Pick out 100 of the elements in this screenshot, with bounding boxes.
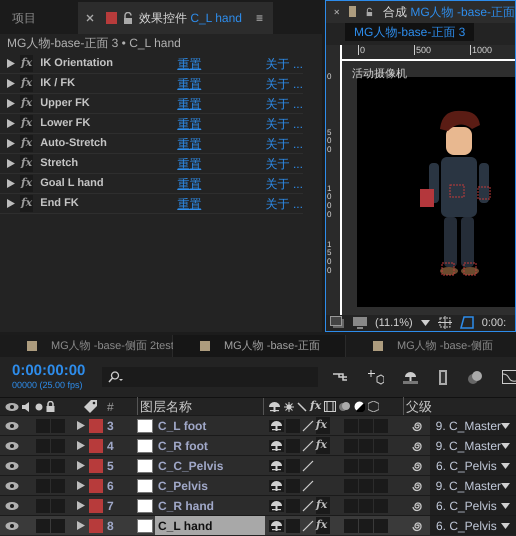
label-swatch[interactable]	[89, 498, 103, 512]
about-link[interactable]: 关于 ...	[266, 154, 303, 172]
layer-row[interactable]: 7 C_R hand fx 6. C_Pelvis	[0, 495, 516, 515]
effect-name[interactable]: Goal L hand	[40, 175, 178, 192]
quality-icon[interactable]	[302, 440, 314, 452]
reset-link[interactable]: 重置	[177, 94, 266, 112]
eye-icon[interactable]	[5, 420, 19, 430]
expand-arrow-icon[interactable]	[77, 461, 85, 470]
caret-icon[interactable]	[501, 502, 510, 508]
sun-icon[interactable]	[284, 402, 294, 412]
eye-icon[interactable]	[5, 500, 19, 510]
fx-badge[interactable]: fx	[20, 195, 34, 212]
pick-whip-icon[interactable]	[411, 500, 423, 512]
close-icon[interactable]	[86, 14, 94, 22]
motion-blur-icon[interactable]	[339, 401, 352, 412]
effect-name[interactable]: End FK	[40, 195, 178, 212]
search-field[interactable]	[102, 367, 318, 387]
eye-icon[interactable]	[5, 460, 19, 470]
composition-tab[interactable]: MG人物 -base-正面	[173, 335, 346, 357]
shy-icon[interactable]	[403, 370, 418, 384]
tag-icon[interactable]	[84, 400, 97, 413]
shy-icon[interactable]	[270, 520, 283, 532]
expand-arrow-icon[interactable]	[7, 119, 15, 128]
layer-row[interactable]: 6 C_Pelvis 9. C_Master	[0, 475, 516, 495]
expand-arrow-icon[interactable]	[76, 441, 85, 450]
switch-box[interactable]	[36, 518, 50, 532]
label-swatch[interactable]	[88, 478, 103, 492]
timecode[interactable]: 0:00:00:00	[12, 362, 102, 379]
reset-link[interactable]: 重置	[177, 194, 266, 212]
switch-box[interactable]	[344, 518, 358, 532]
expand-arrow-icon[interactable]	[7, 99, 15, 108]
expand-arrow-icon[interactable]	[7, 199, 15, 208]
monitor-icon[interactable]	[353, 316, 367, 329]
current-time[interactable]: 0:00:	[482, 314, 506, 331]
lock-icon[interactable]	[123, 12, 133, 24]
region-icon[interactable]	[438, 316, 452, 330]
preview-icon[interactable]	[330, 316, 345, 330]
layer-name[interactable]: C_C_Pelvis	[155, 456, 265, 475]
layer-name[interactable]: C_R hand	[155, 496, 265, 515]
about-link[interactable]: 关于 ...	[266, 74, 303, 92]
lock-icon[interactable]	[366, 6, 373, 18]
composition-tab[interactable]: MG人物-base-正面 3	[345, 22, 474, 40]
shy-icon[interactable]	[270, 420, 283, 432]
film-icon[interactable]	[324, 401, 336, 412]
caret-icon[interactable]	[501, 422, 510, 428]
expand-arrow-icon[interactable]	[7, 159, 15, 168]
quality-icon[interactable]	[302, 500, 314, 512]
about-link[interactable]: 关于 ...	[266, 114, 303, 132]
caret-icon[interactable]	[501, 442, 510, 448]
caret-icon[interactable]	[420, 320, 430, 326]
fx-badge[interactable]: fx	[20, 55, 34, 72]
fx-badge[interactable]: fx	[20, 95, 34, 112]
about-link[interactable]: 关于 ...	[266, 54, 303, 72]
mask-icon[interactable]	[460, 316, 474, 330]
expand-arrow-icon[interactable]	[7, 179, 15, 188]
parent-dropdown[interactable]: 9. C_Master	[430, 436, 516, 455]
layer-name[interactable]: C_Pelvis	[154, 476, 265, 495]
shy-icon[interactable]	[270, 460, 283, 472]
solo-icon[interactable]	[35, 402, 43, 410]
motion-blur-icon[interactable]	[468, 370, 483, 384]
caret-icon[interactable]	[501, 522, 510, 528]
shy-icon[interactable]	[270, 440, 283, 452]
eye-icon[interactable]	[5, 440, 19, 450]
fx-badge[interactable]: fx	[20, 75, 34, 92]
parent-dropdown[interactable]: 6. C_Pelvis	[430, 456, 516, 475]
pick-whip-icon[interactable]	[410, 440, 423, 452]
eye-icon[interactable]	[5, 520, 19, 530]
reset-link[interactable]: 重置	[177, 174, 266, 192]
pick-whip-icon[interactable]	[410, 480, 423, 492]
label-swatch[interactable]	[88, 418, 103, 432]
parent-dropdown[interactable]: 9. C_Master	[430, 416, 516, 435]
zoom-level[interactable]: (11.1%)	[375, 314, 413, 331]
effect-name[interactable]: IK / FK	[40, 75, 178, 92]
composition-tab[interactable]: MG人物 -base-侧面	[346, 335, 516, 357]
effect-controls-tab[interactable]: 效果控件 C_L hand ≡	[78, 2, 273, 34]
label-swatch[interactable]	[89, 458, 103, 472]
panel-menu-button[interactable]: ≡	[256, 9, 263, 27]
reset-link[interactable]: 重置	[177, 134, 266, 152]
parent-dropdown[interactable]: 6. C_Pelvis	[430, 496, 516, 515]
layer-name[interactable]: C_L hand	[155, 516, 265, 535]
eye-icon[interactable]	[5, 480, 19, 490]
contrast-icon[interactable]	[354, 401, 366, 412]
layer-row[interactable]: 5 C_C_Pelvis 6. C_Pelvis	[0, 455, 516, 475]
fx-badge[interactable]: fx	[20, 135, 34, 152]
effect-name[interactable]: IK Orientation	[40, 55, 178, 72]
fx-switch[interactable]: fx	[316, 497, 330, 514]
about-link[interactable]: 关于 ...	[266, 194, 303, 212]
caret-icon[interactable]	[501, 462, 510, 468]
expand-arrow-icon[interactable]	[7, 139, 15, 148]
layer-row[interactable]: 3 C_L foot fx 9. C_Master	[0, 415, 516, 435]
quality-icon[interactable]	[302, 480, 314, 492]
parent-dropdown[interactable]: 9. C_Master	[430, 476, 516, 495]
pick-whip-icon[interactable]	[411, 520, 423, 532]
cube-icon[interactable]	[368, 401, 380, 412]
about-link[interactable]: 关于 ...	[266, 94, 303, 112]
close-icon[interactable]	[334, 8, 340, 16]
quality-icon[interactable]	[302, 460, 314, 472]
shy-icon[interactable]	[270, 480, 283, 492]
fx-badge[interactable]: fx	[20, 175, 34, 192]
lock-icon[interactable]	[46, 401, 55, 412]
